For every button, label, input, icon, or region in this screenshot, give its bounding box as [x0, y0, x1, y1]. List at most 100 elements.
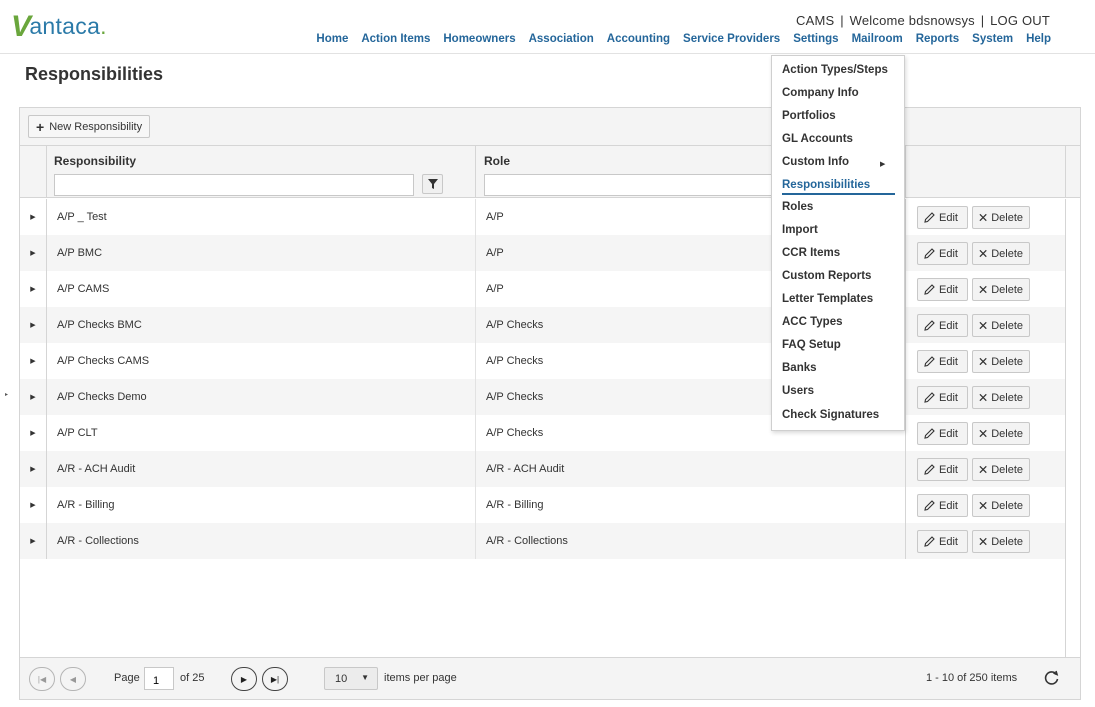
column-divider [475, 307, 476, 343]
nav-mailroom[interactable]: Mailroom [852, 33, 903, 45]
nav-association[interactable]: Association [529, 33, 594, 45]
nav-service-providers[interactable]: Service Providers [683, 33, 780, 45]
delete-label: Delete [991, 391, 1023, 404]
table-row[interactable]: ▶ A/P BMC A/P Edit Delete [20, 235, 1066, 271]
menu-item-custom-info[interactable]: Custom Info [782, 156, 849, 168]
role-filter-input[interactable] [484, 174, 784, 196]
filter-button[interactable] [422, 174, 443, 194]
edit-button[interactable]: Edit [917, 242, 968, 265]
edit-button[interactable]: Edit [917, 494, 968, 517]
column-header-responsibility[interactable]: Responsibility [54, 154, 136, 168]
responsibility-filter-input[interactable] [54, 174, 414, 196]
column-header-role[interactable]: Role [484, 154, 510, 168]
items-per-page-select[interactable]: 10 ▼ [324, 667, 378, 690]
caret-right-icon: ▶ [30, 502, 36, 509]
delete-label: Delete [991, 211, 1023, 224]
delete-button[interactable]: Delete [972, 386, 1030, 409]
expand-row-button[interactable]: ▶ [20, 235, 47, 271]
table-row[interactable]: ▶ A/R - Billing A/R - Billing Edit Delete [20, 487, 1066, 523]
first-page-button[interactable]: |◀ [29, 667, 55, 691]
column-divider [905, 199, 906, 235]
edit-button[interactable]: Edit [917, 350, 968, 373]
refresh-icon[interactable] [1043, 669, 1061, 687]
edit-button[interactable]: Edit [917, 314, 968, 337]
logout-link[interactable]: LOG OUT [990, 13, 1050, 28]
edit-button[interactable]: Edit [917, 422, 968, 445]
edit-button[interactable]: Edit [917, 278, 968, 301]
expand-row-button[interactable]: ▶ [20, 199, 47, 235]
new-responsibility-button[interactable]: + New Responsibility [28, 115, 151, 138]
column-divider [475, 415, 476, 451]
next-page-button[interactable]: ▶ [231, 667, 257, 691]
nav-accounting[interactable]: Accounting [607, 33, 670, 45]
caret-right-icon: ▶ [30, 466, 36, 473]
delete-button[interactable]: Delete [972, 206, 1030, 229]
nav-homeowners[interactable]: Homeowners [443, 33, 515, 45]
vantaca-logo[interactable]: Vantaca. [11, 8, 107, 43]
page-number-input[interactable] [144, 667, 174, 690]
delete-button[interactable]: Delete [972, 242, 1030, 265]
menu-item-acc-types[interactable]: ACC Types [782, 316, 843, 328]
menu-item-gl-accounts[interactable]: GL Accounts [782, 133, 853, 145]
menu-item-ccr-items[interactable]: CCR Items [782, 247, 840, 259]
settings-dropdown-menu: ▶ Action Types/Steps Company Info Portfoli… [771, 55, 905, 431]
delete-button[interactable]: Delete [972, 422, 1030, 445]
expand-row-button[interactable]: ▶ [20, 523, 47, 559]
table-row[interactable]: ▶ A/P _ Test A/P Edit Delete [20, 199, 1066, 235]
edit-button[interactable]: Edit [917, 458, 968, 481]
caret-right-icon: ▶ [30, 322, 36, 329]
menu-item-action-types-steps[interactable]: Action Types/Steps [782, 64, 888, 76]
menu-item-portfolios[interactable]: Portfolios [782, 110, 836, 122]
vertical-scrollbar[interactable] [1065, 199, 1080, 657]
welcome-text: Welcome bdsnowsys [849, 13, 975, 28]
delete-button[interactable]: Delete [972, 350, 1030, 373]
table-row[interactable]: ▶ A/P CAMS A/P Edit Delete [20, 271, 1066, 307]
filter-icon [427, 179, 438, 189]
grid-rows: ▶ A/P _ Test A/P Edit Delete ▶ A/P BMC A/P Edit D… [20, 199, 1066, 559]
expand-row-button[interactable]: ▶ [20, 343, 47, 379]
delete-button[interactable]: Delete [972, 494, 1030, 517]
nav-home[interactable]: Home [316, 33, 348, 45]
edit-button[interactable]: Edit [917, 386, 968, 409]
expand-row-button[interactable]: ▶ [20, 451, 47, 487]
menu-item-custom-reports[interactable]: Custom Reports [782, 270, 871, 282]
expand-row-button[interactable]: ▶ [20, 415, 47, 451]
edit-button[interactable]: Edit [917, 206, 968, 229]
expand-row-button[interactable]: ▶ [20, 487, 47, 523]
nav-reports[interactable]: Reports [916, 33, 959, 45]
menu-item-check-signatures[interactable]: Check Signatures [782, 409, 879, 421]
delete-button[interactable]: Delete [972, 314, 1030, 337]
cell-responsibility: A/P CAMS [57, 283, 110, 295]
table-row[interactable]: ▶ A/P CLT A/P Checks Edit Delete [20, 415, 1066, 451]
nav-help[interactable]: Help [1026, 33, 1051, 45]
edit-button[interactable]: Edit [917, 530, 968, 553]
menu-item-users[interactable]: Users [782, 385, 814, 397]
menu-item-responsibilities[interactable]: Responsibilities [782, 179, 870, 191]
menu-item-roles[interactable]: Roles [782, 201, 813, 213]
menu-item-letter-templates[interactable]: Letter Templates [782, 293, 873, 305]
prev-page-button[interactable]: ◀ [60, 667, 86, 691]
table-row[interactable]: ▶ A/P Checks BMC A/P Checks Edit Delete [20, 307, 1066, 343]
delete-button[interactable]: Delete [972, 278, 1030, 301]
last-page-button[interactable]: ▶| [262, 667, 288, 691]
collapse-handle[interactable]: ▸ [5, 391, 8, 398]
expand-column-header [20, 146, 47, 198]
table-row[interactable]: ▶ A/P Checks CAMS A/P Checks Edit Delete [20, 343, 1066, 379]
nav-settings[interactable]: Settings [793, 33, 838, 45]
caret-right-icon: ▶ [30, 430, 36, 437]
expand-row-button[interactable]: ▶ [20, 379, 47, 415]
edit-label: Edit [939, 535, 958, 548]
expand-row-button[interactable]: ▶ [20, 271, 47, 307]
nav-action-items[interactable]: Action Items [361, 33, 430, 45]
menu-item-faq-setup[interactable]: FAQ Setup [782, 339, 841, 351]
expand-row-button[interactable]: ▶ [20, 307, 47, 343]
menu-item-banks[interactable]: Banks [782, 362, 817, 374]
menu-item-import[interactable]: Import [782, 224, 818, 236]
delete-button[interactable]: Delete [972, 458, 1030, 481]
table-row[interactable]: ▶ A/R - ACH Audit A/R - ACH Audit Edit Delet… [20, 451, 1066, 487]
menu-item-company-info[interactable]: Company Info [782, 87, 859, 99]
table-row[interactable]: ▶ A/R - Collections A/R - Collections Edit D… [20, 523, 1066, 559]
delete-button[interactable]: Delete [972, 530, 1030, 553]
table-row[interactable]: ▶ A/P Checks Demo A/P Checks Edit Delete [20, 379, 1066, 415]
nav-system[interactable]: System [972, 33, 1013, 45]
